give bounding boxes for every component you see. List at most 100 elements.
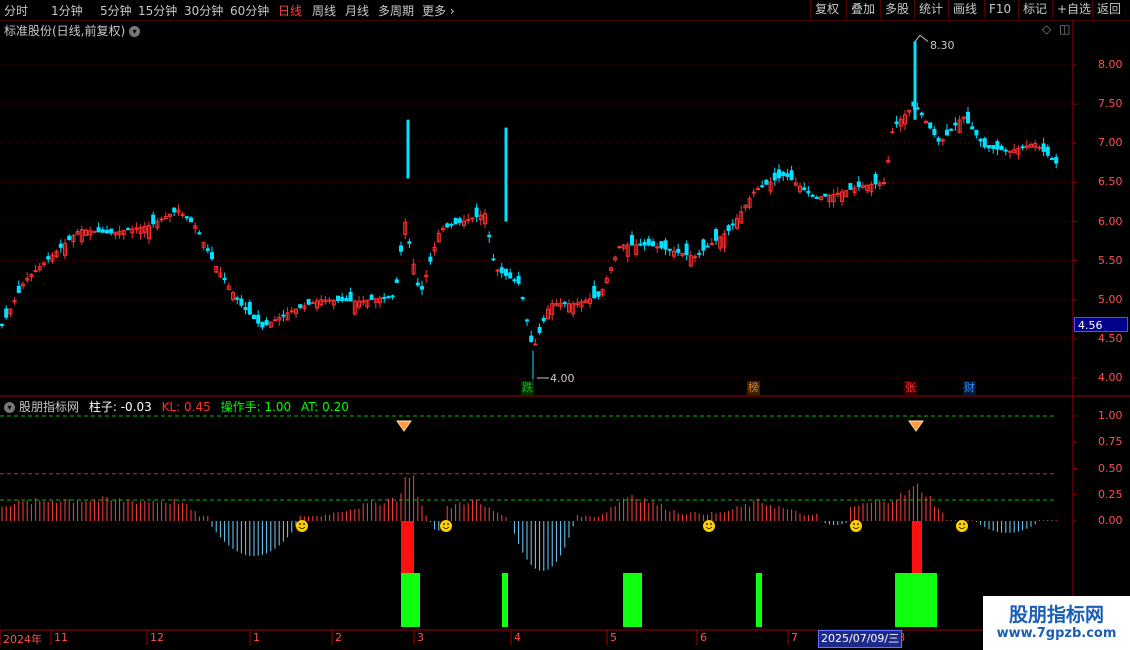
candle-body	[945, 129, 949, 136]
current-price-tag: 4.56	[1074, 317, 1128, 332]
event-marker-list[interactable]: 榜	[747, 381, 760, 395]
candle-body	[638, 243, 643, 246]
candle-body	[789, 170, 794, 181]
smiley-icon	[447, 523, 449, 525]
candle-body	[642, 241, 647, 246]
candle-body	[67, 235, 72, 240]
candle-body	[256, 314, 261, 324]
price-tick-label: 5.00	[1098, 292, 1123, 306]
price-tick-label: 8.00	[1098, 58, 1123, 71]
candle-body	[974, 129, 979, 136]
candle-body	[1050, 158, 1054, 161]
candle-body	[949, 128, 954, 131]
candle-body	[210, 252, 214, 260]
candle-body	[630, 235, 634, 246]
time-tick-label: 3	[417, 631, 424, 644]
candle-body	[701, 239, 706, 251]
smiley-icon	[443, 523, 445, 525]
candle-body	[756, 188, 760, 191]
candle-body	[772, 172, 777, 181]
candle-body	[172, 207, 177, 213]
candle-body	[504, 127, 508, 222]
candle-body	[449, 223, 454, 226]
candle-body	[487, 234, 492, 238]
price-tick-label: 5.50	[1098, 253, 1123, 267]
candle-body	[369, 294, 374, 300]
candle-body	[239, 298, 244, 306]
candle-body	[298, 304, 303, 308]
candle-body	[970, 126, 975, 130]
candle-body	[705, 245, 710, 248]
event-marker-finance[interactable]: 财	[963, 381, 976, 395]
candle-body	[693, 256, 697, 259]
candle-body	[340, 296, 345, 302]
candle-body	[659, 241, 664, 249]
candle-body	[394, 279, 399, 283]
candle-body	[1045, 146, 1050, 156]
candle-body	[1020, 146, 1025, 149]
candle-body	[541, 317, 546, 322]
candle-body	[953, 122, 958, 126]
candle-body	[667, 248, 672, 251]
candle-body	[264, 320, 269, 326]
smiley-icon	[299, 523, 301, 525]
candle-body	[499, 267, 504, 274]
candle-body	[327, 299, 332, 302]
candle-body	[491, 258, 496, 261]
candle-body	[126, 228, 130, 231]
smiley-icon	[706, 523, 708, 525]
candle-body	[504, 268, 508, 276]
candle-body	[336, 295, 340, 301]
candle-body	[533, 343, 538, 346]
candle-body	[764, 179, 769, 185]
candle-body	[159, 218, 164, 221]
candle-body	[823, 193, 828, 197]
candle-body	[428, 256, 433, 262]
candle-body	[894, 121, 899, 125]
candle-body	[932, 129, 937, 135]
candle-body	[848, 183, 853, 190]
time-tick-label: 6	[700, 631, 707, 644]
high-price-label: 8.30	[930, 39, 955, 52]
candle-body	[802, 187, 807, 191]
candle-body	[105, 229, 109, 234]
candle-body	[46, 256, 51, 260]
candle-body	[33, 270, 38, 273]
high-pointer	[914, 34, 929, 42]
candle-body	[663, 240, 668, 250]
candle-body	[310, 302, 315, 305]
event-marker-rise[interactable]: 张	[904, 381, 917, 395]
candle-body	[873, 173, 878, 185]
smiley-icon	[850, 520, 862, 532]
candle-body	[457, 218, 462, 223]
candle-body	[399, 245, 403, 252]
candle-body	[197, 232, 202, 235]
chart-canvas[interactable]	[0, 0, 1130, 650]
candle-body	[646, 238, 651, 246]
operate-signal-bar	[895, 573, 937, 627]
smiley-icon	[296, 520, 308, 532]
price-tick-label: 4.50	[1098, 331, 1123, 345]
diamond-icon	[396, 420, 412, 432]
smiley-icon	[703, 520, 715, 532]
watermark: 股朋指标网 www.7gpzb.com	[983, 596, 1130, 650]
candle-body	[1054, 156, 1059, 164]
candle-body	[1041, 143, 1046, 152]
candle-body	[520, 297, 525, 300]
indicator-tick-label: 0.75	[1098, 435, 1123, 449]
crosshair-date: 2025/07/09/三	[818, 630, 903, 648]
candle-body	[995, 141, 1000, 150]
candle-body	[529, 335, 534, 342]
candle-body	[58, 243, 63, 248]
candle-body	[936, 137, 941, 142]
watermark-title: 股朋指标网	[1008, 604, 1104, 626]
candle-body	[382, 296, 387, 299]
event-marker-fall[interactable]: 跌	[521, 381, 534, 395]
candle-body	[714, 229, 718, 241]
candle-body	[1037, 146, 1042, 149]
smiley-icon	[956, 520, 968, 532]
candle-body	[537, 326, 542, 333]
time-tick-label: 2	[335, 631, 342, 644]
candle-body	[512, 279, 517, 282]
candle-body	[928, 122, 933, 129]
